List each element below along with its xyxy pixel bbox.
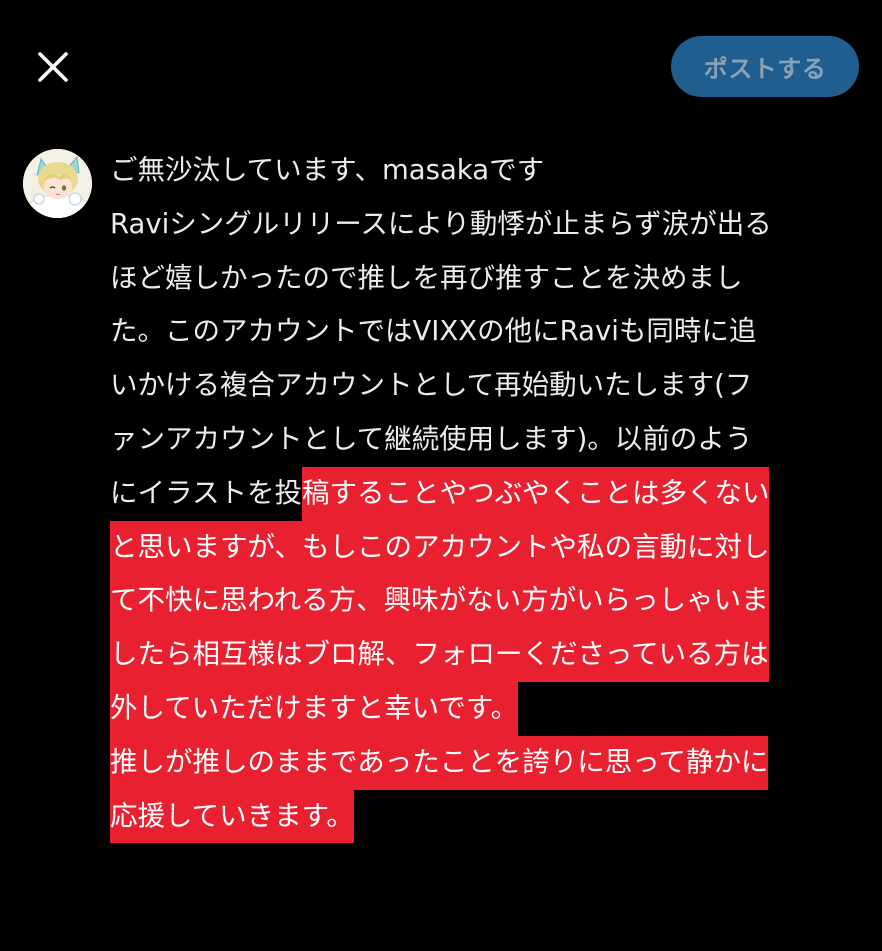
- text-line: 応援していきます。: [110, 789, 860, 844]
- text-line: と思いますが、もしこのアカウントや私の言動に対し: [110, 520, 860, 575]
- text-highlight: て不快に思われる方、興味がない方がいらっしゃいま: [110, 574, 769, 629]
- text-line: ご無沙汰しています、masakaです: [110, 144, 860, 198]
- text-plain: ほど嬉しかったので推しを再び推すことを決めまし: [110, 261, 743, 294]
- text-highlight: したら相互様はブロ解、フォローくださっている方は: [110, 628, 769, 682]
- text-plain: Raviシングルリリースにより動悸が止まらず涙が出る: [110, 207, 772, 240]
- text-line: た。このアカウントではVIXXの他にRaviも同時に追: [110, 305, 860, 359]
- post-text-area[interactable]: ご無沙汰しています、masakaです Raviシングルリリースにより動悸が止まら…: [110, 144, 860, 844]
- post-button[interactable]: ポストする: [671, 36, 859, 97]
- text-line: ほど嬉しかったので推しを再び推すことを決めまし: [110, 252, 860, 306]
- text-line: Raviシングルリリースにより動悸が止まらず涙が出る: [110, 198, 860, 252]
- text-line: ァンアカウントとして継続使用します)。以前のよう: [110, 413, 860, 467]
- close-icon: [38, 52, 68, 82]
- avatar[interactable]: [23, 149, 92, 218]
- text-line: したら相互様はブロ解、フォローくださっている方は: [110, 628, 860, 682]
- text-highlight: 応援していきます。: [110, 789, 354, 844]
- avatar-illustration-icon: [23, 149, 92, 218]
- text-highlight: と思いますが、もしこのアカウントや私の言動に対し: [110, 520, 770, 575]
- text-highlight: 推しが推しのままであったことを誇りに思って静かに: [110, 735, 769, 790]
- close-button[interactable]: [30, 44, 76, 90]
- text-plain: ァンアカウントとして継続使用します)。以前のよう: [110, 422, 753, 455]
- text-plain: にイラストを投: [110, 476, 302, 509]
- text-line: て不快に思われる方、興味がない方がいらっしゃいま: [110, 574, 860, 629]
- text-highlight: 外していただけますと幸いです。: [110, 681, 519, 736]
- text-plain: ご無沙汰しています、masakaです: [110, 154, 545, 186]
- text-plain: た。このアカウントではVIXXの他にRaviも同時に追: [110, 315, 757, 348]
- text-line: 外していただけますと幸いです。: [110, 681, 860, 736]
- text-line: 推しが推しのままであったことを誇りに思って静かに: [110, 735, 860, 790]
- text-highlight: 稿することやつぶやくことは多くない: [301, 466, 770, 521]
- text-line: にイラストを投稿することやつぶやくことは多くない: [110, 466, 860, 521]
- text-plain: いかける複合アカウントとして再始動いたします(フ: [110, 369, 753, 402]
- text-line: いかける複合アカウントとして再始動いたします(フ: [110, 359, 860, 413]
